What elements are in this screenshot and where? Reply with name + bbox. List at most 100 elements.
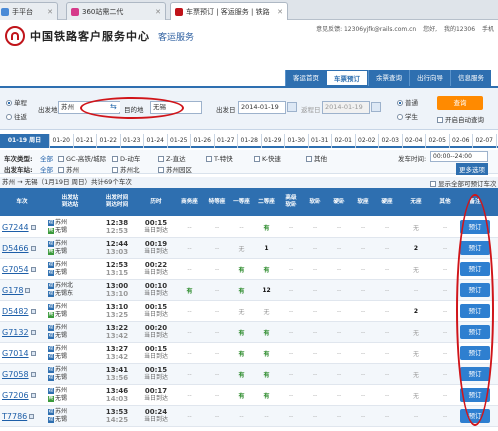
depart-date-input[interactable]: 2014-01-19 bbox=[238, 101, 286, 114]
date-tab[interactable]: 01-21 bbox=[74, 134, 97, 148]
station-all-link[interactable]: 全部 bbox=[40, 164, 53, 174]
radio-roundtrip[interactable] bbox=[6, 114, 12, 120]
train-detail-icon[interactable] bbox=[29, 414, 35, 419]
date-tab[interactable]: 01-29 bbox=[262, 134, 285, 148]
seat-cell: -- bbox=[187, 308, 192, 315]
date-tab[interactable]: 01-20 bbox=[50, 134, 74, 148]
station-suzhou[interactable]: 苏州 bbox=[58, 164, 79, 174]
date-tab[interactable]: 02-07 bbox=[473, 134, 497, 148]
query-button[interactable]: 查询 bbox=[437, 96, 483, 110]
date-tab[interactable]: 01-25 bbox=[168, 134, 191, 148]
railway-logo-icon[interactable] bbox=[5, 26, 25, 46]
train-detail-icon[interactable] bbox=[30, 393, 36, 398]
passenger-student[interactable]: 学生 bbox=[397, 111, 418, 121]
date-tab[interactable]: 02-04 bbox=[403, 134, 426, 148]
station-suzhouyuanqu[interactable]: 苏州园区 bbox=[158, 164, 192, 174]
col-times[interactable]: 出发时间 到达时间 bbox=[96, 188, 138, 216]
my-12306-link[interactable]: 我的12306 bbox=[444, 26, 475, 33]
train-code-cell[interactable]: G7058 bbox=[2, 364, 44, 385]
date-tab[interactable]: 01-23 bbox=[121, 134, 144, 148]
filter-gc[interactable]: GC-高铁/城际 bbox=[58, 153, 106, 163]
filter-z[interactable]: Z-直达 bbox=[158, 153, 186, 163]
mobile-link[interactable]: 手机 bbox=[482, 26, 494, 33]
auto-query-checkbox[interactable] bbox=[437, 117, 443, 123]
depart-time-select[interactable]: 00:00--24:00 bbox=[430, 151, 488, 162]
close-icon[interactable]: ✕ bbox=[277, 8, 283, 16]
auto-query-toggle[interactable]: 开启自动查询 bbox=[437, 114, 484, 124]
train-code[interactable]: G7206 bbox=[2, 391, 29, 400]
calendar-icon[interactable] bbox=[287, 102, 297, 112]
station-suzhoubei[interactable]: 苏州北 bbox=[112, 164, 140, 174]
date-tab[interactable]: 01-31 bbox=[309, 134, 332, 148]
feedback-link[interactable]: 意见反馈: 12306yjfk@rails.com.cn bbox=[316, 26, 416, 33]
train-code-cell[interactable]: G7244 bbox=[2, 217, 44, 238]
date-tab[interactable]: 02-02 bbox=[356, 134, 379, 148]
col-duration[interactable]: 历时 bbox=[138, 188, 174, 216]
site-brand[interactable]: 中国铁路客户服务中心 bbox=[30, 28, 150, 44]
trip-oneway[interactable]: 单程 bbox=[6, 97, 27, 107]
date-tab[interactable]: 01-30 bbox=[285, 134, 309, 148]
date-tab[interactable]: 01-26 bbox=[191, 134, 215, 148]
train-detail-icon[interactable] bbox=[30, 225, 36, 230]
filter-other[interactable]: 其他 bbox=[306, 153, 327, 163]
train-code[interactable]: G178 bbox=[2, 286, 23, 295]
nav-travel-guide[interactable]: 出行向导 bbox=[409, 70, 450, 86]
train-code[interactable]: G7244 bbox=[2, 223, 29, 232]
close-icon[interactable]: ✕ bbox=[47, 8, 53, 16]
filter-d[interactable]: D-动车 bbox=[112, 153, 140, 163]
train-code[interactable]: D5482 bbox=[2, 307, 29, 316]
date-tab[interactable]: 01-19 周日 bbox=[0, 134, 50, 148]
train-code-cell[interactable]: T7786 bbox=[2, 406, 44, 427]
date-tab[interactable]: 01-24 bbox=[144, 134, 168, 148]
calendar-icon[interactable] bbox=[371, 102, 381, 112]
filter-all-link[interactable]: 全部 bbox=[40, 153, 53, 163]
date-tab[interactable]: 01-27 bbox=[215, 134, 238, 148]
more-options-button[interactable]: 更多选项 bbox=[456, 163, 488, 175]
radio-normal[interactable] bbox=[397, 100, 403, 106]
train-code[interactable]: G7132 bbox=[2, 328, 29, 337]
train-code-cell[interactable]: D5482 bbox=[2, 301, 44, 322]
col-train[interactable]: 车次 bbox=[0, 188, 44, 216]
train-code-cell[interactable]: G7132 bbox=[2, 322, 44, 343]
date-tab[interactable]: 02-01 bbox=[332, 134, 356, 148]
trip-roundtrip[interactable]: 往返 bbox=[6, 111, 27, 121]
train-detail-icon[interactable] bbox=[25, 288, 31, 293]
radio-oneway[interactable] bbox=[6, 100, 12, 106]
filter-k[interactable]: K-快速 bbox=[254, 153, 281, 163]
date-tab[interactable]: 02-03 bbox=[379, 134, 403, 148]
train-code[interactable]: D5466 bbox=[2, 244, 29, 253]
passenger-normal[interactable]: 普通 bbox=[397, 97, 418, 107]
train-code[interactable]: G7054 bbox=[2, 265, 29, 274]
radio-student[interactable] bbox=[397, 114, 403, 120]
close-icon[interactable]: ✕ bbox=[155, 8, 161, 16]
train-detail-icon[interactable] bbox=[30, 372, 36, 377]
nav-remaining-tickets[interactable]: 余票查询 bbox=[368, 70, 409, 86]
date-tab[interactable]: 02-06 bbox=[450, 134, 473, 148]
nav-booking[interactable]: 车票预订 bbox=[326, 70, 368, 86]
train-detail-icon[interactable] bbox=[30, 267, 36, 272]
date-tab[interactable]: 01-22 bbox=[97, 134, 121, 148]
return-date-input[interactable]: 2014-01-19 bbox=[322, 101, 370, 114]
nav-info-service[interactable]: 信息服务 bbox=[450, 70, 491, 86]
train-code-cell[interactable]: G7014 bbox=[2, 343, 44, 364]
train-code-cell[interactable]: G178 bbox=[2, 280, 44, 301]
train-detail-icon[interactable] bbox=[30, 309, 36, 314]
date-tab[interactable]: 02-05 bbox=[426, 134, 450, 148]
browser-tab-1[interactable]: 手平台 ✕ bbox=[0, 2, 58, 20]
train-code[interactable]: T7786 bbox=[2, 412, 27, 421]
train-detail-icon[interactable] bbox=[30, 246, 36, 251]
train-code-cell[interactable]: D5466 bbox=[2, 238, 44, 259]
col-stations[interactable]: 出发站 到达站 bbox=[44, 188, 96, 216]
train-code[interactable]: G7014 bbox=[2, 349, 29, 358]
show-all-toggle[interactable]: 显示全部可预订车次 bbox=[430, 178, 497, 188]
train-code[interactable]: G7058 bbox=[2, 370, 29, 379]
train-detail-icon[interactable] bbox=[30, 330, 36, 335]
train-code-cell[interactable]: G7206 bbox=[2, 385, 44, 406]
browser-tab-2[interactable]: 360站需二代 ✕ bbox=[66, 2, 166, 20]
train-detail-icon[interactable] bbox=[30, 351, 36, 356]
filter-t[interactable]: T-特快 bbox=[206, 153, 233, 163]
date-tab[interactable]: 01-28 bbox=[238, 134, 262, 148]
nav-home[interactable]: 客运首页 bbox=[285, 70, 326, 86]
browser-tab-3[interactable]: 车票预订 | 客运服务 | 铁路 ✕ bbox=[170, 2, 288, 21]
train-code-cell[interactable]: G7054 bbox=[2, 259, 44, 280]
